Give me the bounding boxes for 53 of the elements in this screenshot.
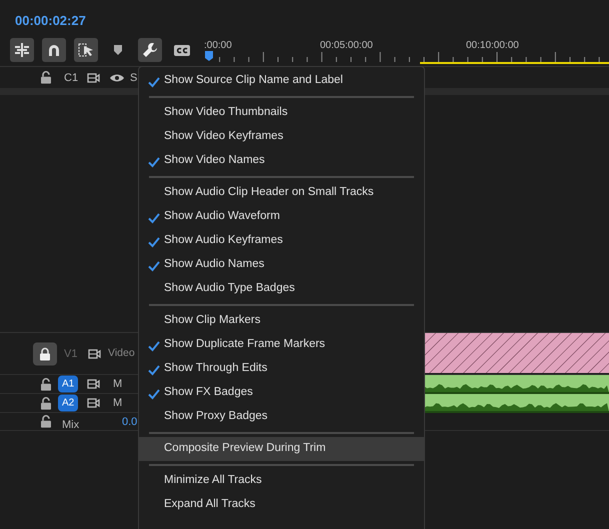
menu-item[interactable]: Show Proxy Badges	[139, 405, 424, 429]
timecode: 00:00:02:27	[14, 12, 87, 30]
lock-icon[interactable]	[40, 70, 52, 84]
lock-icon[interactable]	[40, 396, 52, 410]
captions-icon	[174, 44, 190, 56]
time-label: 00:10:00:00	[466, 39, 519, 53]
playhead[interactable]	[205, 51, 213, 61]
track-label: C1	[64, 70, 78, 86]
audio-clip[interactable]	[424, 394, 609, 413]
camera-icon[interactable]	[87, 72, 100, 82]
menu-item[interactable]: Show Audio Clip Header on Small Tracks	[139, 181, 424, 205]
wrench-icon	[142, 42, 158, 58]
marker-icon	[113, 45, 123, 55]
camera-icon[interactable]	[87, 398, 100, 408]
menu-item[interactable]: Show Clip Markers	[139, 309, 424, 333]
lock-icon[interactable]	[40, 377, 52, 390]
menu-item[interactable]: Show FX Badges	[139, 381, 424, 405]
menu-item[interactable]: Show Through Edits	[139, 357, 424, 381]
menu-item[interactable]: Show Duplicate Frame Markers	[139, 333, 424, 357]
camera-icon[interactable]	[88, 348, 101, 358]
menu-item[interactable]: Show Video Keyframes	[139, 125, 424, 149]
menu-item[interactable]: Show Audio Keyframes	[139, 229, 424, 253]
eye-icon[interactable]	[110, 73, 124, 82]
camera-icon[interactable]	[87, 379, 100, 389]
video-clip[interactable]	[424, 333, 609, 373]
lock-icon[interactable]	[33, 342, 57, 365]
lock-icon[interactable]	[40, 414, 52, 428]
audio-clip[interactable]	[424, 375, 609, 394]
menu-item[interactable]: Show Audio Names	[139, 253, 424, 277]
cursor-icon	[78, 42, 94, 58]
track-name: Mix	[62, 418, 80, 433]
track-name: Video	[108, 346, 135, 361]
menu-item[interactable]: Show Video Thumbnails	[139, 101, 424, 125]
menu-item[interactable]: Expand All Tracks	[139, 493, 424, 517]
time-label: :00:00	[204, 39, 232, 53]
track-target[interactable]: A1	[58, 376, 78, 392]
track-label: V1	[64, 346, 78, 362]
time-label: 00:05:00:00	[320, 39, 373, 53]
tool-button[interactable]	[74, 38, 98, 62]
menu-item[interactable]: Show Audio Type Badges	[139, 277, 424, 301]
track-name: S	[130, 70, 138, 86]
magnet-icon	[47, 43, 61, 57]
track-target[interactable]: A2	[58, 394, 78, 412]
tool-button[interactable]	[42, 38, 66, 62]
menu-item[interactable]: Show Video Names	[139, 149, 424, 173]
tool-button[interactable]	[138, 38, 162, 62]
insert-icon	[14, 43, 30, 57]
menu-item[interactable]: Composite Preview During Trim	[139, 437, 424, 461]
tool-button[interactable]	[10, 38, 34, 62]
menu-item[interactable]: Show Source Clip Name and Label	[139, 69, 424, 93]
menu-item[interactable]: Show Audio Waveform	[139, 205, 424, 229]
volume-value: 0.0	[122, 414, 138, 430]
menu-item[interactable]: Minimize All Tracks	[139, 469, 424, 493]
